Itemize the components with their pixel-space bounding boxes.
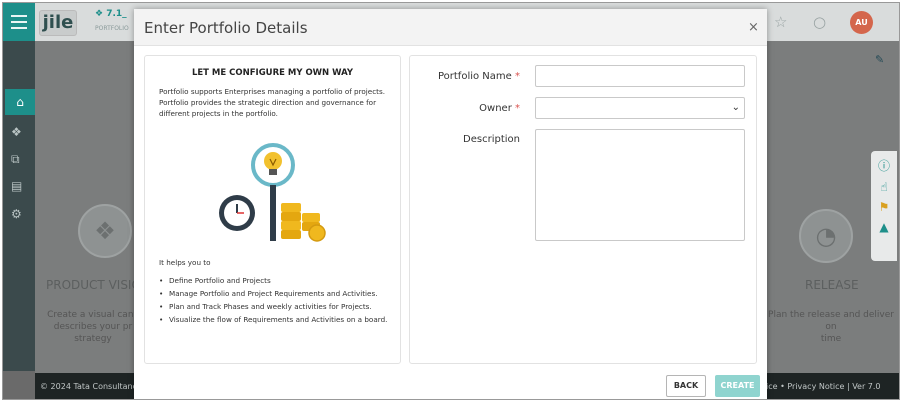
chevron-down-icon: ⌄ [731, 102, 740, 113]
thumbs-up-icon[interactable]: ☝ [871, 180, 897, 194]
card-desc-release: Plan the release and deliver on time [768, 310, 894, 344]
modal-header: Enter Portfolio Details × [134, 9, 767, 46]
app-window: jile ❖ 7.1_ PORTFOLIO ☆ ○ AU ⌂ ❖ ⧉ ▤ ⚙ ❖… [2, 2, 900, 400]
layers-nav-icon[interactable]: ❖ [11, 125, 22, 139]
side-floating-toolbar: ⓘ ☝ ⚑ ▲ [871, 151, 897, 261]
back-button[interactable]: BACK [666, 375, 706, 397]
helps-list: Define Portfolio and Projects Manage Por… [159, 275, 394, 327]
create-button[interactable]: CREATE [715, 375, 760, 397]
star-icon[interactable]: ☆ [774, 13, 787, 31]
card-desc-product-vision: Create a visual canv describes your pr s… [47, 310, 139, 344]
home-icon[interactable]: ⌂ [5, 89, 35, 115]
portfolio-form: Portfolio Name * Owner * ⌄ Description [409, 55, 757, 364]
configure-info-panel: LET ME CONFIGURE MY OWN WAY Portfolio su… [144, 55, 401, 364]
jile-logo: jile [39, 10, 77, 36]
project-code[interactable]: ❖ 7.1_ [95, 9, 127, 19]
footer-copyright: © 2024 Tata Consultancy [40, 382, 142, 391]
copy-icon[interactable]: ⧉ [11, 152, 20, 167]
speedometer-icon: ◔ [799, 209, 853, 263]
lightbulb-icon[interactable]: ○ [813, 13, 826, 31]
portfolio-illustration-icon [219, 143, 326, 242]
megaphone-icon[interactable]: ▲ [871, 220, 897, 234]
description-textarea[interactable] [535, 129, 745, 241]
configure-description: Portfolio supports Enterprises managing … [159, 87, 386, 118]
portfolio-details-modal: Enter Portfolio Details × LET ME CONFIGU… [134, 9, 767, 399]
footer-links[interactable]: ice • Privacy Notice | Ver 7.0 [766, 373, 881, 399]
list-item: Plan and Track Phases and weekly activit… [159, 301, 394, 312]
bar-chart-icon[interactable]: ▤ [11, 179, 22, 193]
signpost-icon[interactable]: ⚑ [871, 200, 897, 214]
modal-title: Enter Portfolio Details [144, 19, 308, 37]
close-icon[interactable]: × [748, 20, 759, 35]
project-subtitle: PORTFOLIO [95, 25, 129, 32]
description-label: Description [463, 134, 520, 145]
configure-heading: LET ME CONFIGURE MY OWN WAY [191, 68, 354, 78]
list-item: Define Portfolio and Projects [159, 275, 394, 286]
left-nav: ⌂ ❖ ⧉ ▤ ⚙ [3, 41, 35, 371]
layers-card-icon: ❖ [78, 204, 132, 258]
helps-label: It helps you to [159, 258, 211, 267]
list-item: Visualize the flow of Requirements and A… [159, 314, 394, 325]
portfolio-name-label: Portfolio Name * [437, 71, 520, 82]
layers-icon: ❖ [95, 9, 104, 19]
list-item: Manage Portfolio and Project Requirement… [159, 288, 394, 299]
card-title-release: RELEASE [805, 278, 859, 292]
owner-select[interactable]: ⌄ [535, 97, 745, 119]
owner-label: Owner * [479, 103, 520, 114]
avatar[interactable]: AU [850, 11, 873, 34]
help-icon[interactable]: ⓘ [871, 157, 897, 174]
gear-icon[interactable]: ⚙ [11, 207, 22, 221]
portfolio-name-input[interactable] [535, 65, 745, 87]
hamburger-menu-icon[interactable] [3, 3, 35, 41]
edit-pencil-icon[interactable]: ✎ [875, 53, 884, 66]
